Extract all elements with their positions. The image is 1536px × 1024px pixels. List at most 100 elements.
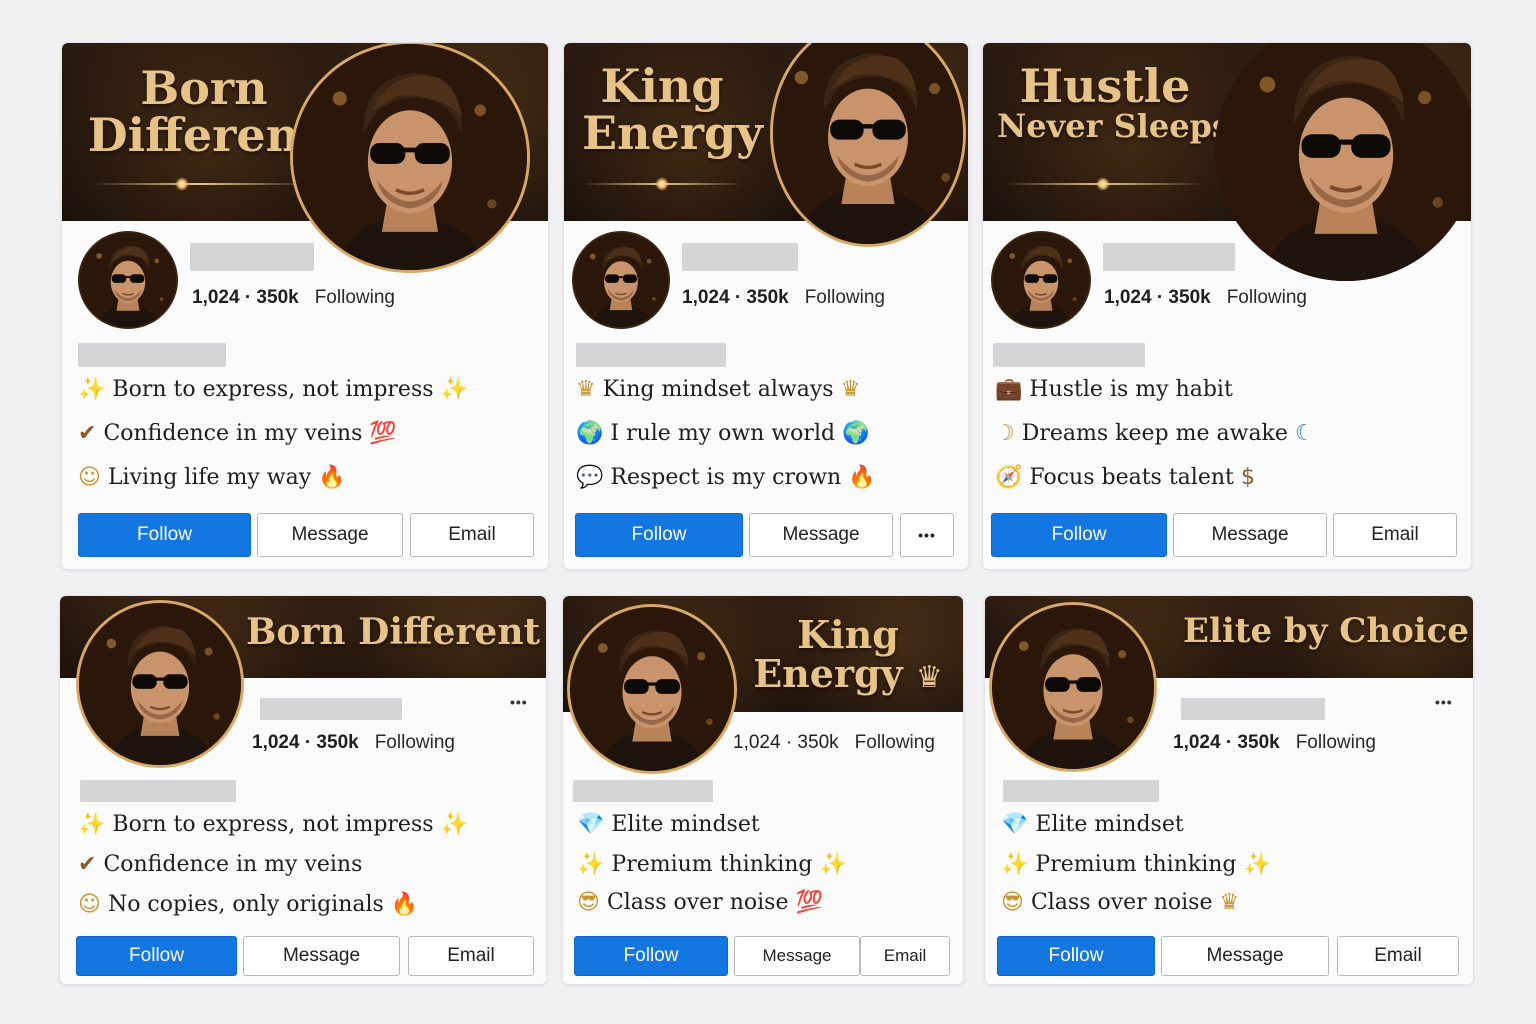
speech-bubble-icon: 💬	[576, 465, 604, 490]
bio-text: I rule my own world	[610, 421, 836, 446]
bio-line: ✨ Premium thinking ✨	[1001, 854, 1271, 876]
following-link[interactable]: Following	[375, 732, 455, 753]
following-link[interactable]: Following	[315, 287, 395, 308]
bio-text: Born to express, not impress	[112, 377, 434, 402]
bio-line: ♛ King mindset always ♛	[576, 379, 860, 401]
bio-text: Confidence in my veins	[103, 852, 363, 877]
sparkles-icon: ✨	[78, 377, 106, 402]
following-link[interactable]: Following	[1296, 732, 1376, 753]
hundred-points-icon: 💯	[795, 890, 823, 915]
gem-icon: 💎	[1001, 812, 1029, 837]
bio-text: Confidence in my veins	[103, 421, 363, 446]
banner-title-line: Hustle	[1019, 59, 1191, 113]
message-button[interactable]: Message	[1161, 936, 1329, 976]
banner-title: Born Different	[84, 65, 324, 159]
profile-stats: 1,024 · 350k Following	[682, 287, 885, 309]
crescent-moon-icon: ☽	[995, 421, 1015, 446]
stats-counts: 1,024 · 350k	[733, 732, 839, 753]
sparkles-icon: ✨	[819, 852, 847, 877]
message-button[interactable]: Message	[749, 513, 893, 557]
more-options-button[interactable]: •••	[900, 513, 954, 557]
following-link[interactable]: Following	[805, 287, 885, 308]
crown-icon: ♛	[840, 377, 861, 402]
avatar[interactable]	[567, 604, 737, 774]
more-options-icon[interactable]: •••	[510, 694, 528, 710]
stats-counts: 1,024 · 350k	[192, 287, 299, 308]
profile-name-redacted	[1103, 243, 1235, 271]
bio-line: 💎 Elite mindset	[1001, 814, 1184, 836]
message-button[interactable]: Message	[734, 936, 860, 976]
following-link[interactable]: Following	[1227, 287, 1307, 308]
smiley-icon: ☺	[78, 465, 101, 490]
bio-text: Premium thinking	[611, 852, 813, 877]
check-mark-icon: ✔	[78, 852, 97, 877]
email-button[interactable]: Email	[1337, 936, 1459, 976]
bio-text: Living life my way	[107, 465, 312, 490]
bio-text: Dreams keep me awake	[1021, 421, 1288, 446]
smiley-icon: ☺	[78, 892, 101, 917]
follow-button[interactable]: Follow	[78, 513, 251, 557]
profile-name-redacted	[260, 698, 402, 720]
profile-stats: 1,024 · 350k Following	[1173, 732, 1376, 754]
email-button[interactable]: Email	[408, 936, 534, 976]
sunglasses-face-icon: 😎	[1001, 890, 1024, 915]
avatar[interactable]	[78, 231, 178, 329]
banner-title-line: Different	[87, 107, 321, 162]
avatar[interactable]	[76, 600, 244, 768]
profile-handle-redacted	[80, 780, 236, 802]
bio-line: ✔ Confidence in my veins	[78, 854, 362, 876]
bio-text: Elite mindset	[1035, 812, 1184, 837]
bio-line: ☺ Living life my way 🔥	[78, 467, 346, 489]
avatar[interactable]	[991, 231, 1091, 329]
bio-line: 💎 Elite mindset	[577, 814, 760, 836]
email-button[interactable]: Email	[860, 936, 950, 976]
crown-icon: ♛	[1219, 890, 1240, 915]
banner-title-line: Born	[140, 61, 268, 115]
stats-counts: 1,024 · 350k	[252, 732, 359, 753]
message-button[interactable]: Message	[257, 513, 403, 557]
bio-line: 😎 Class over noise ♛	[1001, 892, 1239, 914]
follow-button[interactable]: Follow	[997, 936, 1155, 976]
email-button[interactable]: Email	[410, 513, 534, 557]
cover-portrait	[770, 43, 966, 247]
follow-button[interactable]: Follow	[574, 936, 728, 976]
banner-title-line: King	[600, 59, 724, 113]
check-mark-icon: ✔	[78, 421, 97, 446]
crown-icon: ♛	[915, 659, 943, 695]
bio-text: Born to express, not impress	[112, 812, 434, 837]
fire-icon: 🔥	[848, 465, 876, 490]
stats-counts: 1,024 · 350k	[1173, 732, 1280, 753]
message-button[interactable]: Message	[1173, 513, 1327, 557]
bio-text: Elite mindset	[611, 812, 760, 837]
profile-card-5: King Energy ♛ 1,024 · 350k Following 💎 El…	[562, 595, 964, 985]
profile-handle-redacted	[993, 343, 1145, 367]
sparkles-icon: ✨	[440, 377, 468, 402]
avatar[interactable]	[572, 231, 670, 329]
follow-button[interactable]: Follow	[575, 513, 743, 557]
profile-stats: 1,024 · 350k Following	[733, 732, 935, 754]
briefcase-icon: 💼	[995, 377, 1023, 402]
follow-button[interactable]: Follow	[76, 936, 237, 976]
banner-title-line: Elite by Choice	[1183, 611, 1469, 651]
banner-title: King Energy	[582, 59, 763, 160]
follow-button[interactable]: Follow	[991, 513, 1167, 557]
sparkles-icon: ✨	[577, 852, 605, 877]
bio-text: Premium thinking	[1035, 852, 1237, 877]
bio-line: 💼 Hustle is my habit	[995, 379, 1233, 401]
banner-title: Elite by Choice 💎	[1183, 611, 1473, 651]
avatar[interactable]	[989, 602, 1157, 772]
profile-handle-redacted	[78, 343, 226, 367]
message-button[interactable]: Message	[243, 936, 400, 976]
profile-stats: 1,024 · 350k Following	[1104, 287, 1307, 309]
profile-card-6: Elite by Choice 💎 ••• 1,024 · 350k Follow…	[984, 595, 1474, 985]
profile-handle-redacted	[573, 780, 713, 802]
sparkles-icon: ✨	[78, 812, 106, 837]
more-options-icon[interactable]: •••	[1435, 694, 1453, 710]
fire-icon: 🔥	[390, 892, 419, 917]
profile-stats: 1,024 · 350k Following	[192, 287, 395, 309]
email-button[interactable]: Email	[1333, 513, 1457, 557]
banner-title-line: Energy	[582, 105, 763, 160]
banner-title-line: Energy	[753, 650, 903, 696]
banner-title: King Energy ♛	[753, 615, 943, 696]
following-link[interactable]: Following	[855, 732, 935, 753]
